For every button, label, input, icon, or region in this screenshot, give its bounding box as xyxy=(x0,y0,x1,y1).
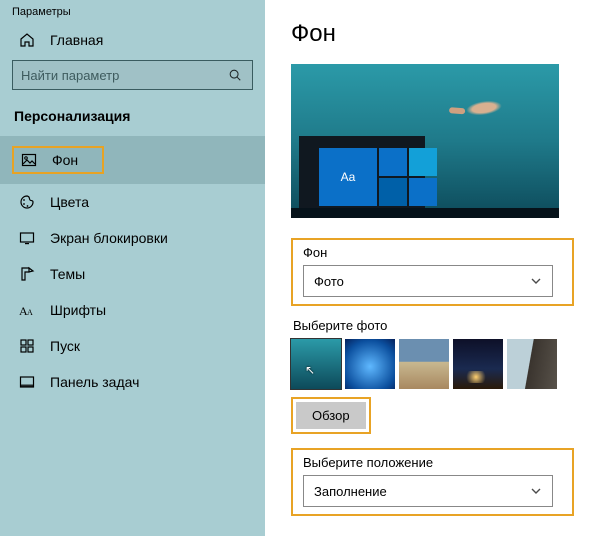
preview-tile-sample: Aa xyxy=(319,148,377,206)
background-type-label: Фон xyxy=(303,245,562,260)
sidebar-item-label: Экран блокировки xyxy=(50,230,168,246)
chevron-down-icon xyxy=(530,485,542,497)
sidebar-item-themes[interactable]: Темы xyxy=(0,256,265,292)
cursor-icon: ↖ xyxy=(305,363,315,377)
sidebar-item-taskbar[interactable]: Панель задач xyxy=(0,364,265,400)
sidebar-item-label: Шрифты xyxy=(50,302,106,318)
search-input[interactable]: Найти параметр xyxy=(12,60,253,90)
sidebar-item-start[interactable]: Пуск xyxy=(0,328,265,364)
browse-button[interactable]: Обзор xyxy=(296,402,366,429)
section-title: Персонализация xyxy=(0,104,265,136)
chevron-down-icon xyxy=(530,275,542,287)
photo-thumb-4[interactable] xyxy=(453,339,503,389)
sidebar-item-lockscreen[interactable]: Экран блокировки xyxy=(0,220,265,256)
home-icon xyxy=(18,32,36,48)
sidebar-item-colors[interactable]: Цвета xyxy=(0,184,265,220)
app-title: Параметры xyxy=(0,0,265,28)
sidebar-item-fonts[interactable]: AA Шрифты xyxy=(0,292,265,328)
photo-thumb-3[interactable] xyxy=(399,339,449,389)
settings-sidebar: Параметры Главная Найти параметр Персона… xyxy=(0,0,265,536)
search-placeholder: Найти параметр xyxy=(21,68,228,83)
background-preview: Aa xyxy=(291,64,559,218)
select-value: Фото xyxy=(314,274,530,289)
sidebar-item-label: Панель задач xyxy=(50,374,139,390)
lockscreen-icon xyxy=(18,230,36,246)
sidebar-item-background[interactable]: Фон xyxy=(0,136,265,184)
background-type-select[interactable]: Фото xyxy=(303,265,553,297)
sidebar-item-label: Цвета xyxy=(50,194,89,210)
highlight-fit-dropdown: Выберите положение Заполнение xyxy=(291,448,574,516)
photo-thumbnails: ↖ xyxy=(291,339,574,389)
fit-select[interactable]: Заполнение xyxy=(303,475,553,507)
home-nav-item[interactable]: Главная xyxy=(0,28,265,60)
highlight-browse: Обзор xyxy=(291,397,371,434)
page-heading: Фон xyxy=(291,20,574,48)
photo-thumb-5[interactable] xyxy=(507,339,557,389)
themes-icon xyxy=(18,266,36,282)
fit-label: Выберите положение xyxy=(303,455,562,470)
highlight-background-dropdown: Фон Фото xyxy=(291,238,574,306)
start-icon xyxy=(18,338,36,354)
select-value: Заполнение xyxy=(314,484,530,499)
choose-photo-label: Выберите фото xyxy=(293,318,574,333)
palette-icon xyxy=(18,194,36,210)
home-label: Главная xyxy=(50,32,103,48)
photo-thumb-1[interactable]: ↖ xyxy=(291,339,341,389)
picture-icon xyxy=(20,152,38,168)
fonts-icon: AA xyxy=(18,303,36,317)
sidebar-item-label: Пуск xyxy=(50,338,80,354)
main-content: Фон Aa Фон Фото xyxy=(265,0,600,536)
svg-text:A: A xyxy=(27,308,33,317)
sidebar-item-label: Фон xyxy=(52,152,78,168)
sidebar-item-label: Темы xyxy=(50,266,85,282)
search-icon xyxy=(228,68,244,82)
photo-thumb-2[interactable] xyxy=(345,339,395,389)
taskbar-icon xyxy=(18,374,36,390)
